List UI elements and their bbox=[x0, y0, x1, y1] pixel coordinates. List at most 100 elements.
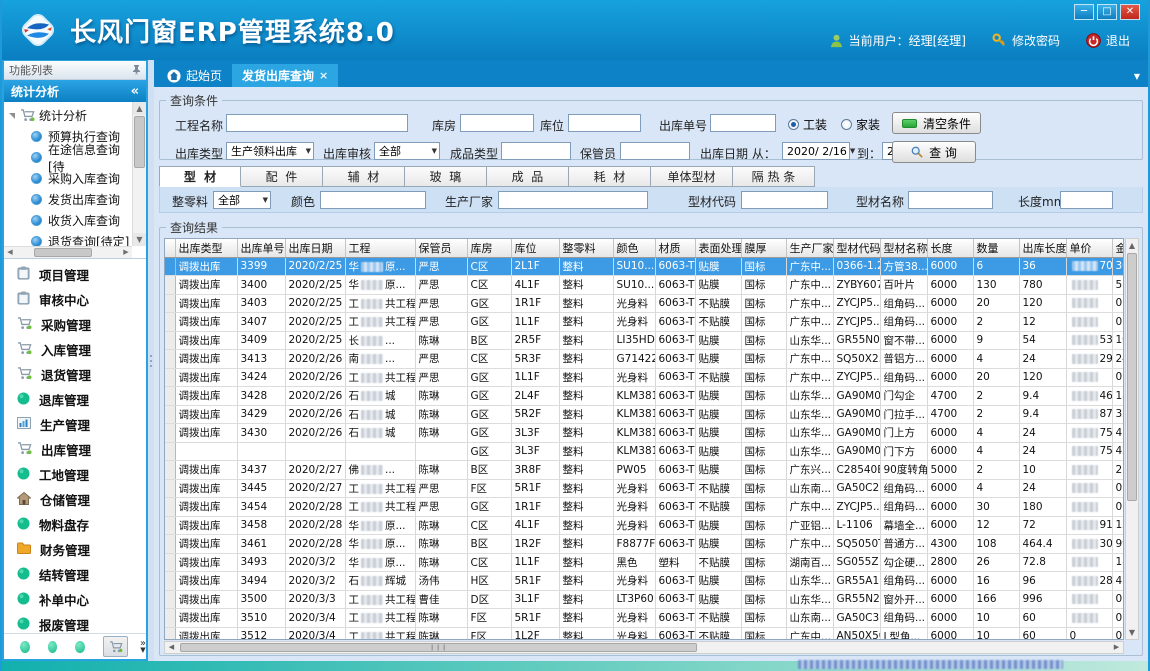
profile-code-input[interactable] bbox=[741, 191, 828, 209]
table-row[interactable]: 调拨出库34002020/2/25华原...严思C区4L1F整料SU10...6… bbox=[165, 276, 1124, 295]
tree-vertical-scrollbar[interactable]: ▲ ▼ bbox=[132, 102, 146, 246]
product-type-input[interactable] bbox=[501, 142, 571, 160]
whole-part-combo[interactable]: 全部▼ bbox=[213, 191, 271, 209]
column-header-19[interactable]: 金额 bbox=[1112, 239, 1124, 257]
close-button[interactable]: ✕ bbox=[1120, 4, 1140, 20]
tab-shipment-query[interactable]: 发货出库查询 × bbox=[232, 64, 338, 87]
material-tab-6[interactable]: 单体型材 bbox=[651, 166, 733, 187]
maximize-button[interactable]: □ bbox=[1097, 4, 1117, 20]
scroll-right-icon[interactable]: ▶ bbox=[1110, 642, 1123, 653]
collapse-chevron-icon[interactable]: « bbox=[131, 84, 139, 99]
scroll-down-icon[interactable]: ▼ bbox=[133, 233, 146, 246]
material-tab-1[interactable]: 配 件 bbox=[241, 166, 323, 187]
row-header-cell[interactable] bbox=[165, 479, 175, 498]
radio-gongzhuang[interactable] bbox=[788, 119, 799, 130]
clear-conditions-button[interactable]: 清空条件 bbox=[892, 112, 981, 134]
column-header-1[interactable]: 出库单号 bbox=[237, 239, 285, 257]
audit-combo[interactable]: 全部▼ bbox=[374, 142, 440, 160]
sidebar-item-10[interactable]: 物料盘存 bbox=[4, 512, 146, 537]
material-tab-4[interactable]: 成 品 bbox=[487, 166, 569, 187]
material-tab-3[interactable]: 玻 璃 bbox=[405, 166, 487, 187]
row-header-cell[interactable] bbox=[165, 350, 175, 369]
grid-hscroll-thumb[interactable]: ❙❙❙ bbox=[180, 643, 697, 652]
grid-vscroll-thumb[interactable] bbox=[1127, 253, 1137, 501]
profile-name-input[interactable] bbox=[908, 191, 993, 209]
sidebar-item-0[interactable]: 项目管理 bbox=[4, 262, 146, 287]
scroll-left-icon[interactable]: ◀ bbox=[4, 247, 16, 258]
row-header-cell[interactable] bbox=[165, 424, 175, 443]
table-row[interactable]: G区3L3F整料KLM38176063-T5贴膜国标山东华...GA90M09.… bbox=[165, 442, 1124, 461]
table-row[interactable]: 调拨出库34072020/2/25工共工程严思G区1L1F整料光身料6063-T… bbox=[165, 313, 1124, 332]
sidebar-item-9[interactable]: 仓储管理 bbox=[4, 487, 146, 512]
sidebar-item-5[interactable]: 退库管理 bbox=[4, 387, 146, 412]
sidebar-item-2[interactable]: 采购管理 bbox=[4, 312, 146, 337]
column-header-4[interactable]: 保管员 bbox=[415, 239, 467, 257]
grid-horizontal-scrollbar[interactable]: ◀ ❙❙❙ ▶ bbox=[164, 641, 1124, 654]
sidebar-item-1[interactable]: 审核中心 bbox=[4, 287, 146, 312]
out-type-combo[interactable]: 生产领料出库▼ bbox=[226, 142, 314, 160]
date-from-picker[interactable]: 2020/ 2/16▼ bbox=[782, 142, 850, 160]
table-row[interactable]: 调拨出库34242020/2/26工共工程严思G区1L1F整料光身料6063-T… bbox=[165, 368, 1124, 387]
sidebar-item-4[interactable]: 退货管理 bbox=[4, 362, 146, 387]
column-header-9[interactable]: 材质 bbox=[655, 239, 695, 257]
sidebar-item-12[interactable]: 结转管理 bbox=[4, 562, 146, 587]
row-header-cell[interactable] bbox=[165, 405, 175, 424]
more-buttons-menu[interactable]: »▼ bbox=[140, 640, 146, 654]
column-header-13[interactable]: 型材代码 bbox=[833, 239, 880, 257]
column-header-3[interactable]: 工程 bbox=[345, 239, 415, 257]
table-row[interactable]: 调拨出库34542020/2/28工共工程严思G区1R1F整料光身料6063-T… bbox=[165, 498, 1124, 517]
scroll-down-icon[interactable]: ▼ bbox=[1126, 626, 1138, 639]
column-header-17[interactable]: 出库长度 bbox=[1019, 239, 1066, 257]
tree-root-statistics[interactable]: 统计分析 bbox=[9, 105, 130, 126]
row-header-cell[interactable] bbox=[165, 387, 175, 406]
quick-item-icon[interactable] bbox=[75, 641, 85, 653]
row-header-cell[interactable] bbox=[165, 535, 175, 554]
table-row[interactable]: 调拨出库34612020/2/28华原...陈琳B区1R2F整料F8877FT6… bbox=[165, 535, 1124, 554]
table-row[interactable]: 调拨出库35122020/3/4工共工程陈琳F区1L2F整料光身料6063-T5… bbox=[165, 627, 1124, 640]
table-row[interactable]: 调拨出库34942020/3/2石辉城汤伟H区5R1F整料光身料6063-T5贴… bbox=[165, 572, 1124, 591]
tree-hscroll-thumb[interactable] bbox=[34, 248, 92, 257]
search-button[interactable]: 查 询 bbox=[892, 141, 976, 163]
table-row[interactable]: 调拨出库33992020/2/25华原...严思C区2L1F整料SU10...6… bbox=[165, 257, 1124, 276]
scroll-up-icon[interactable]: ▲ bbox=[1126, 239, 1138, 252]
table-row[interactable]: 调拨出库35102020/3/4工共工程陈琳F区5R1F整料光身料6063-T5… bbox=[165, 609, 1124, 628]
row-header-cell[interactable] bbox=[165, 331, 175, 350]
tree-item-1[interactable]: 在途信息查询[待 bbox=[9, 147, 130, 168]
tree-scroll-thumb[interactable] bbox=[134, 116, 145, 168]
order-no-input[interactable] bbox=[710, 114, 776, 132]
table-row[interactable]: 调拨出库35002020/3/3工共工程曹佳D区3L1F整料LT3P606063… bbox=[165, 590, 1124, 609]
tree-horizontal-scrollbar[interactable]: ◀ ▶ bbox=[4, 246, 132, 258]
project-name-input[interactable] bbox=[226, 114, 408, 132]
row-header-cell[interactable] bbox=[165, 442, 175, 461]
row-header-cell[interactable] bbox=[165, 276, 175, 295]
sidebar-item-11[interactable]: 财务管理 bbox=[4, 537, 146, 562]
length-input[interactable] bbox=[1060, 191, 1113, 209]
statistics-section-header[interactable]: 统计分析 « bbox=[4, 80, 146, 102]
tab-home[interactable]: 起始页 bbox=[157, 64, 232, 87]
table-row[interactable]: 调拨出库34452020/2/27工共工程严思F区5R1F整料光身料6063-T… bbox=[165, 479, 1124, 498]
column-header-10[interactable]: 表面处理 bbox=[695, 239, 741, 257]
location-input[interactable] bbox=[568, 114, 641, 132]
minimize-button[interactable]: ─ bbox=[1074, 4, 1094, 20]
warehouse-input[interactable] bbox=[460, 114, 534, 132]
sidebar-item-6[interactable]: 生产管理 bbox=[4, 412, 146, 437]
table-row[interactable]: 调拨出库34372020/2/27佛...陈琳B区3R8F整料PW056063-… bbox=[165, 461, 1124, 480]
table-row[interactable]: 调拨出库34282020/2/26石城陈琳G区2L4F整料KLM38176063… bbox=[165, 387, 1124, 406]
column-header-5[interactable]: 库房 bbox=[467, 239, 511, 257]
pin-icon[interactable] bbox=[132, 65, 141, 76]
row-header-cell[interactable] bbox=[165, 553, 175, 572]
sidebar-item-8[interactable]: 工地管理 bbox=[4, 462, 146, 487]
column-header-18[interactable]: 单价 bbox=[1066, 239, 1112, 257]
row-header-cell[interactable] bbox=[165, 257, 175, 276]
column-header-11[interactable]: 膜厚 bbox=[741, 239, 786, 257]
keeper-input[interactable] bbox=[620, 142, 690, 160]
sidebar-item-14[interactable]: 报废管理 bbox=[4, 612, 146, 633]
table-row[interactable]: 调拨出库34092020/2/25长...陈琳B区2R5F整料LI35HD606… bbox=[165, 331, 1124, 350]
table-row[interactable]: 调拨出库34292020/2/26石城陈琳G区5R2F整料KLM38176063… bbox=[165, 405, 1124, 424]
column-header-16[interactable]: 数量 bbox=[973, 239, 1019, 257]
row-header-cell[interactable] bbox=[165, 461, 175, 480]
row-header-cell[interactable] bbox=[165, 313, 175, 332]
column-header-2[interactable]: 出库日期 bbox=[285, 239, 345, 257]
logout-button[interactable]: 退出 bbox=[1086, 32, 1130, 49]
tree-item-2[interactable]: 采购入库查询 bbox=[9, 168, 130, 189]
